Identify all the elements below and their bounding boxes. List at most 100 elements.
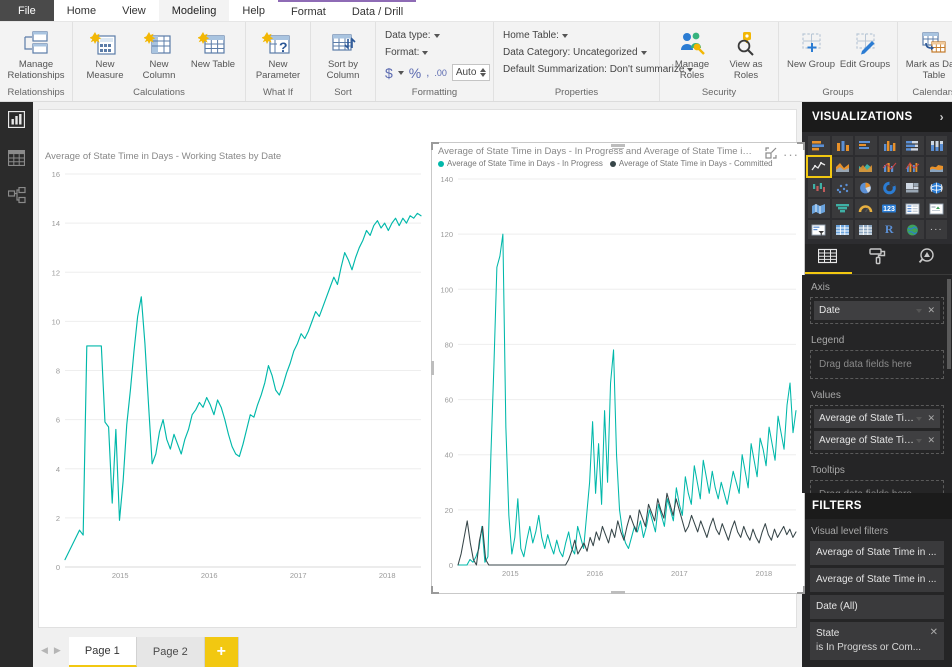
data-type-dropdown[interactable]: Data type: [385,28,482,43]
edit-groups-button[interactable]: Edit Groups [838,25,892,71]
viz-stacked-column-chart[interactable] [831,136,853,155]
viz-matrix[interactable] [855,220,877,239]
viz-r-script-visual[interactable]: R [878,220,900,239]
focus-mode-icon[interactable] [765,146,777,164]
well-values[interactable]: Average of State Time in ... ✕ Average o… [810,405,944,454]
filter-item-1[interactable]: Average of State Time in ... [810,541,944,565]
ribbon-tab-data-drill[interactable]: Data / Drill [339,2,416,21]
field-chip-value-2[interactable]: Average of State Time in ... ✕ [814,431,940,450]
add-page-button[interactable]: + [204,637,239,667]
viz-filled-map[interactable] [808,199,830,218]
viz-line-and-clustered-column-chart[interactable] [902,157,924,176]
nav-report-view[interactable] [3,110,30,134]
nav-model-view[interactable] [3,186,30,210]
new-table-button[interactable]: New Table [186,25,240,71]
well-tooltips[interactable]: Drag data fields here [810,480,944,493]
manage-roles-button[interactable]: Manage Roles [665,25,719,81]
ribbon-tab-help[interactable]: Help [229,0,278,21]
close-icon[interactable]: ✕ [927,413,935,424]
viz-table[interactable] [831,220,853,239]
resize-handle-bottom-left[interactable] [431,586,439,594]
well-axis[interactable]: Date ✕ [810,297,944,324]
chevron-right-icon[interactable]: › [940,110,944,124]
percent-format-button[interactable]: % [409,65,421,81]
resize-handle-top-right[interactable] [797,142,805,150]
resize-handle-bottom[interactable] [611,591,625,594]
decimal-places-button[interactable]: .00 [434,68,447,78]
tab-analytics[interactable] [902,244,952,274]
viz-kpi[interactable] [925,199,947,218]
viz-line-chart[interactable] [806,155,832,178]
ribbon-tab-file[interactable]: File [0,0,54,21]
home-table-dropdown[interactable]: Home Table: [503,28,648,43]
report-canvas[interactable]: Average of State Time in Days - Working … [39,110,805,627]
page-tab-page-1[interactable]: Page 1 [68,637,137,667]
filter-item-date[interactable]: Date (All) [810,595,944,619]
chevron-down-icon[interactable] [916,416,923,421]
tab-fields[interactable] [802,244,852,274]
viz-donut-chart[interactable] [878,178,900,197]
new-measure-button[interactable]: New Measure [78,25,132,81]
default-summarization-dropdown[interactable]: Default Summarization: Don't summarize [503,62,694,77]
mark-as-date-table-button[interactable]: Mark as Date Table [903,25,952,81]
field-chip-date[interactable]: Date ✕ [814,301,940,320]
viz-clustered-column-chart[interactable] [878,136,900,155]
viz-multi-row-card[interactable] [902,199,924,218]
stepper-arrows-icon[interactable] [480,68,487,77]
filter-item-state[interactable]: State is In Progress or Com... ✕ [810,622,944,660]
currency-format-button[interactable]: $ [385,65,393,81]
viz-100-stacked-column-chart[interactable] [925,136,947,155]
chevron-down-icon[interactable] [916,438,923,443]
legend-item-in-progress[interactable]: Average of State Time in Days - In Progr… [438,159,603,168]
viz-arcgis-map[interactable] [902,220,924,239]
ribbon-tab-view[interactable]: View [109,0,159,21]
new-parameter-button[interactable]: ? New Parameter [251,25,305,81]
chevron-down-icon[interactable] [916,308,923,313]
sort-by-column-button[interactable]: Sort by Column [316,25,370,81]
ribbon-tab-format[interactable]: Format [278,2,339,21]
viz-ribbon-chart[interactable] [925,157,947,176]
more-options-icon[interactable]: ··· [783,148,799,161]
filter-item-2[interactable]: Average of State Time in ... [810,568,944,592]
new-column-button[interactable]: New Column [132,25,186,81]
field-chip-value-1[interactable]: Average of State Time in ... ✕ [814,409,940,428]
manage-relationships-button[interactable]: Manage Relationships [5,25,67,81]
close-icon[interactable]: ✕ [927,305,935,316]
close-icon[interactable]: ✕ [930,627,938,638]
nav-data-view[interactable] [3,148,30,172]
resize-handle-top-left[interactable] [431,142,439,150]
viz-pie-chart[interactable] [855,178,877,197]
viz-card[interactable]: 123 [878,199,900,218]
viz-map[interactable] [925,178,947,197]
resize-handle-bottom-right[interactable] [797,586,805,594]
decimal-places-stepper[interactable]: Auto [451,64,491,81]
visual-inprogress-committed-line-chart[interactable]: ··· Average of State Time in Days - In P… [431,142,805,594]
viz-line-and-stacked-column-chart[interactable] [878,157,900,176]
resize-handle-top[interactable] [611,144,625,147]
format-dropdown[interactable]: Format: [385,45,482,60]
page-tab-page-2[interactable]: Page 2 [136,637,205,667]
viz-slicer[interactable] [808,220,830,239]
viz-area-chart[interactable] [831,157,853,176]
ribbon-tab-modeling[interactable]: Modeling [158,0,230,21]
viz-treemap[interactable] [902,178,924,197]
tab-format[interactable] [852,244,902,274]
thousands-separator-button[interactable]: , [426,67,429,79]
fields-scrollbar-thumb[interactable] [947,279,951,369]
new-group-button[interactable]: New Group [784,25,838,71]
close-icon[interactable]: ✕ [927,435,935,446]
viz-clustered-bar-chart[interactable] [855,136,877,155]
view-as-roles-button[interactable]: View as Roles [719,25,773,81]
viz-more-visuals[interactable]: ··· [925,220,947,239]
chevron-right-icon[interactable]: ▶ [54,645,61,656]
well-legend[interactable]: Drag data fields here [810,350,944,379]
resize-handle-left[interactable] [431,361,434,375]
viz-gauge[interactable] [855,199,877,218]
viz-stacked-bar-chart[interactable] [808,136,830,155]
data-category-dropdown[interactable]: Data Category: Uncategorized [503,45,648,60]
chevron-down-icon[interactable] [397,70,404,75]
visual-working-states-line-chart[interactable]: Average of State Time in Days - Working … [39,148,427,593]
viz-stacked-area-chart[interactable] [855,157,877,176]
ribbon-tab-home[interactable]: Home [54,0,109,21]
viz-funnel[interactable] [831,199,853,218]
